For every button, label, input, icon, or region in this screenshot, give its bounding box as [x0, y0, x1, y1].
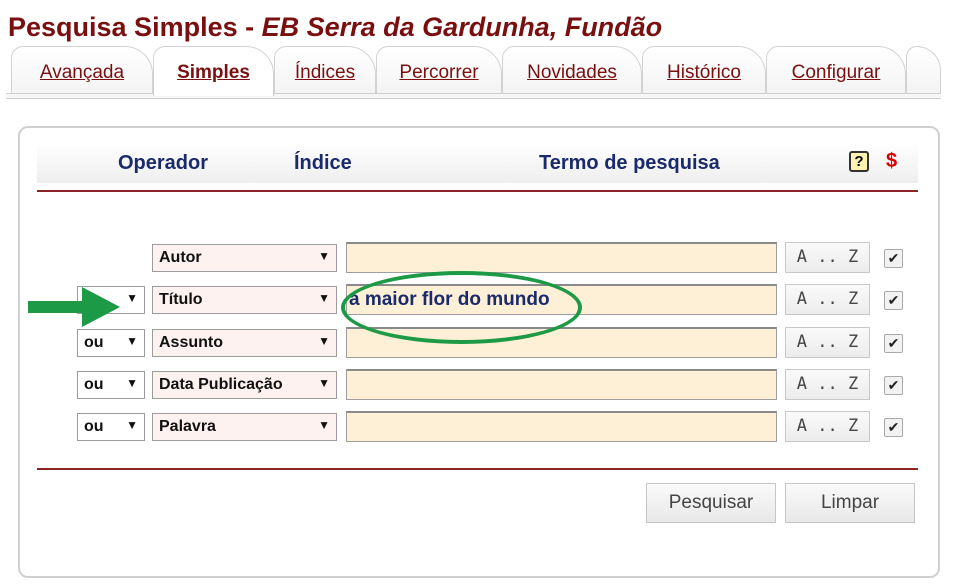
header-term: Termo de pesquisa	[539, 152, 720, 174]
tab-bar-baseline	[6, 93, 941, 99]
checkbox-row2[interactable]: ✔	[884, 291, 903, 310]
tab-indices[interactable]: Índices	[274, 46, 376, 96]
chevron-down-icon: ▼	[126, 376, 138, 390]
chevron-down-icon: ▼	[126, 334, 138, 348]
tab-configurar[interactable]: Configurar	[766, 46, 906, 96]
term-input-row5[interactable]	[346, 411, 777, 442]
index-select-value: Palavra	[159, 418, 216, 435]
chevron-down-icon: ▼	[126, 418, 138, 432]
chevron-down-icon: ▼	[318, 291, 330, 305]
operator-select-row5[interactable]: ou ▼	[77, 413, 145, 441]
checkbox-row1[interactable]: ✔	[884, 249, 903, 268]
az-browse-button-row1[interactable]: A .. Z	[785, 242, 870, 273]
tab-avancada[interactable]: Avançada	[11, 46, 153, 96]
dollar-icon[interactable]: $	[886, 150, 897, 173]
operator-select-row3[interactable]: ou ▼	[77, 329, 145, 357]
index-select-row3[interactable]: Assunto ▼	[152, 329, 337, 357]
page-title: Pesquisa Simples - EB Serra da Gardunha,…	[8, 12, 662, 43]
header-divider	[37, 190, 918, 192]
index-select-value: Assunto	[159, 334, 223, 351]
az-browse-button-row5[interactable]: A .. Z	[785, 411, 870, 442]
chevron-down-icon: ▼	[318, 334, 330, 348]
tab-novidades[interactable]: Novidades	[502, 46, 642, 96]
tab-historico[interactable]: Histórico	[642, 46, 766, 96]
index-select-value: Título	[159, 291, 203, 308]
index-select-row1[interactable]: Autor ▼	[152, 244, 337, 272]
checkbox-row3[interactable]: ✔	[884, 334, 903, 353]
term-input-row1[interactable]	[346, 242, 777, 273]
help-icon[interactable]: ?	[849, 151, 869, 172]
tab-simples[interactable]: Simples	[153, 46, 274, 96]
term-input-row4[interactable]	[346, 369, 777, 400]
tab-percorrer[interactable]: Percorrer	[376, 46, 502, 96]
chevron-down-icon: ▼	[126, 291, 138, 305]
header-operator: Operador	[118, 152, 209, 174]
operator-select-value: ou	[84, 418, 104, 435]
library-name: EB Serra da Gardunha, Fundão	[261, 12, 663, 42]
page-title-main: Pesquisa Simples -	[8, 12, 262, 42]
green-arrow-icon	[28, 287, 120, 327]
header-index: Índice	[294, 152, 352, 174]
index-select-row5[interactable]: Palavra ▼	[152, 413, 337, 441]
tab-bar: Avançada Simples Índices Percorrer Novid…	[6, 46, 941, 100]
clear-button[interactable]: Limpar	[785, 483, 915, 523]
highlight-ellipse	[341, 271, 582, 344]
index-select-row4[interactable]: Data Publicação ▼	[152, 371, 337, 399]
index-select-row2[interactable]: Título ▼	[152, 286, 337, 314]
az-browse-button-row2[interactable]: A .. Z	[785, 284, 870, 315]
checkbox-row5[interactable]: ✔	[884, 418, 903, 437]
chevron-down-icon: ▼	[318, 418, 330, 432]
operator-select-value: ou	[84, 376, 104, 393]
index-select-value: Data Publicação	[159, 376, 283, 393]
footer-divider	[37, 468, 918, 470]
operator-select-row4[interactable]: ou ▼	[77, 371, 145, 399]
chevron-down-icon: ▼	[318, 249, 330, 263]
tab-overflow[interactable]	[906, 46, 941, 96]
az-browse-button-row4[interactable]: A .. Z	[785, 369, 870, 400]
operator-select-value: ou	[84, 334, 104, 351]
checkbox-row4[interactable]: ✔	[884, 376, 903, 395]
az-browse-button-row3[interactable]: A .. Z	[785, 327, 870, 358]
search-button[interactable]: Pesquisar	[646, 483, 776, 523]
chevron-down-icon: ▼	[318, 376, 330, 390]
index-select-value: Autor	[159, 249, 202, 266]
